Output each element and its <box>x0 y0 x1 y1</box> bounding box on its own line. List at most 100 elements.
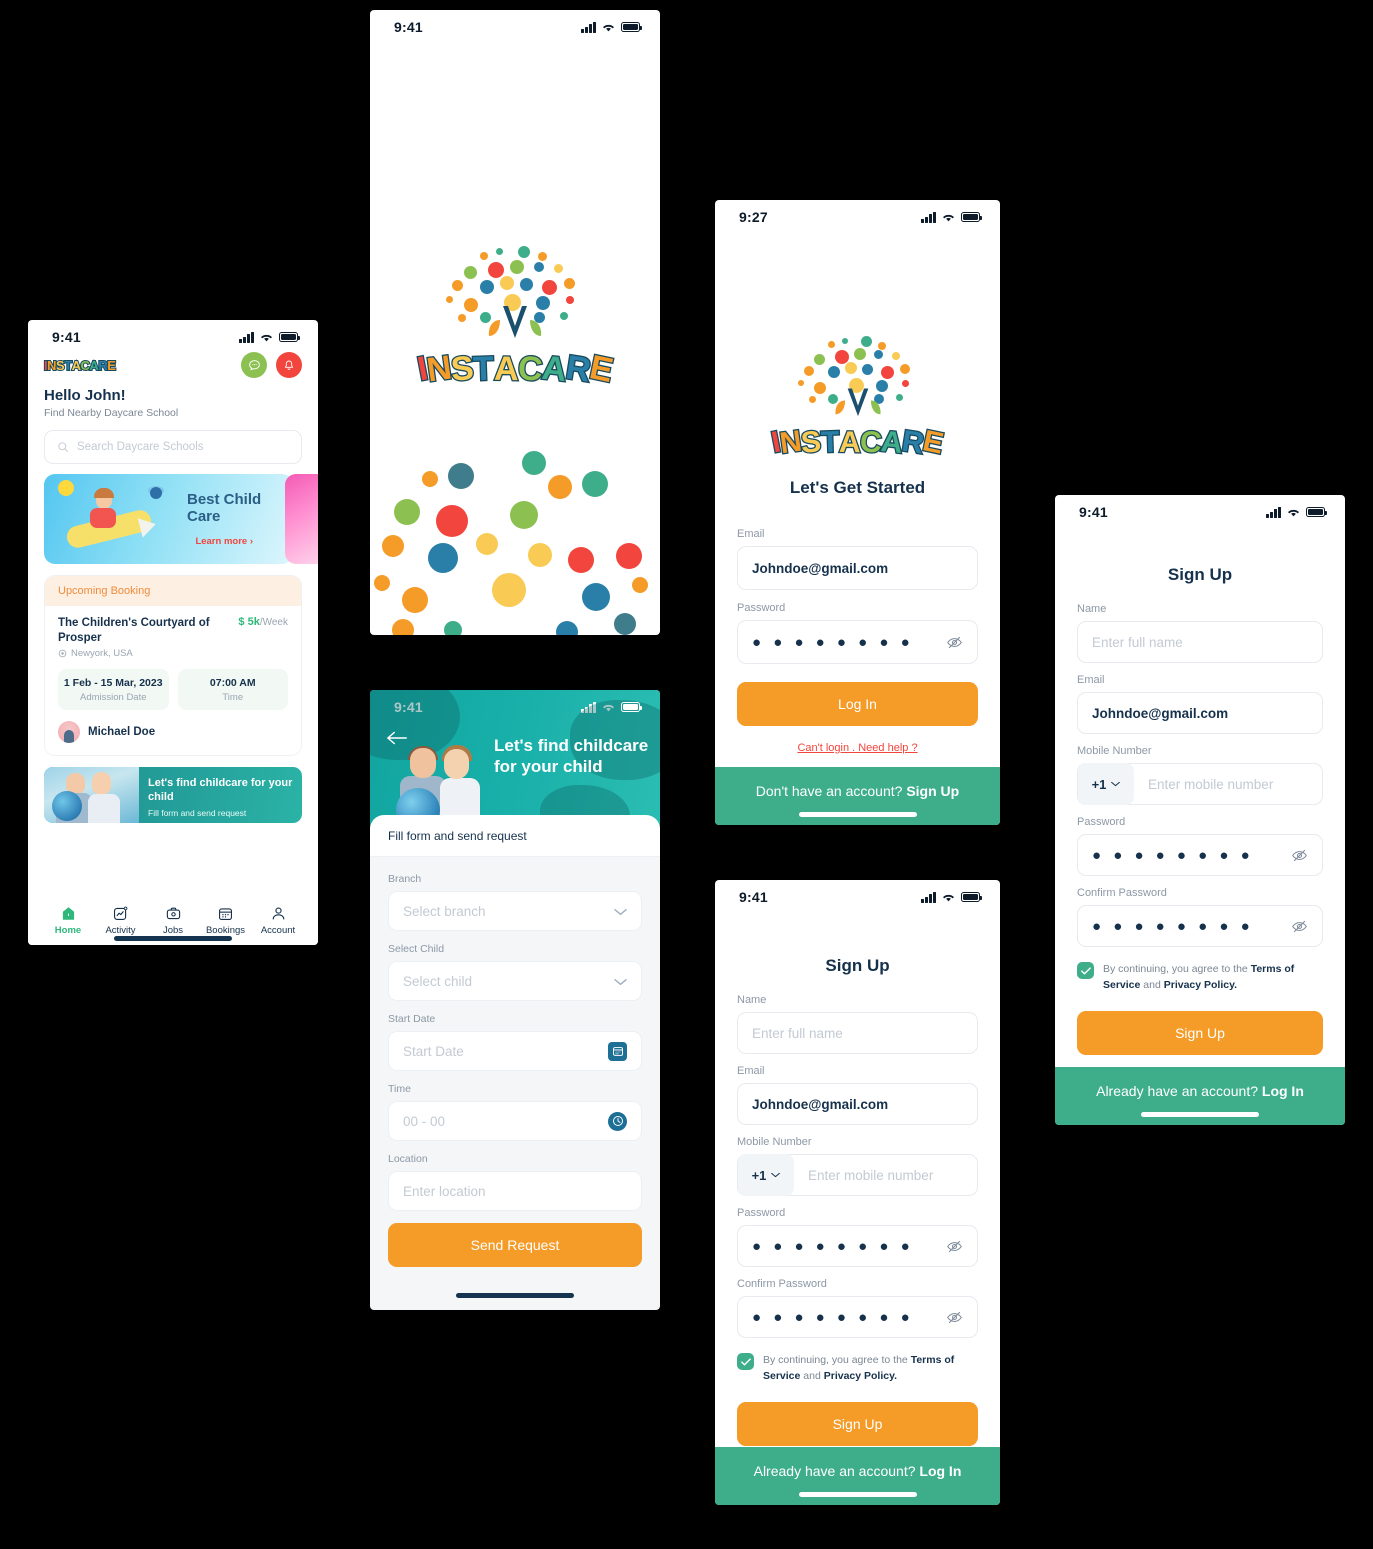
email-field[interactable]: Johndoe@gmail.com <box>737 1083 978 1125</box>
status-indicators <box>239 331 301 343</box>
eye-off-icon[interactable] <box>946 1310 963 1325</box>
wifi-icon <box>943 894 954 901</box>
chat-icon[interactable] <box>241 352 267 378</box>
search-icon <box>58 442 68 452</box>
status-time: 9:41 <box>739 889 768 905</box>
email-field[interactable]: Johndoe@gmail.com <box>1077 692 1323 734</box>
name-label: Name <box>1077 603 1107 615</box>
login-button[interactable]: Log In <box>737 682 978 726</box>
search-input[interactable]: Search Daycare Schools <box>44 430 302 464</box>
eye-off-icon[interactable] <box>946 635 963 650</box>
calendar-icon[interactable] <box>608 1041 627 1061</box>
find-childcare-promo[interactable]: Let's find childcare for your child Fill… <box>44 767 302 824</box>
send-request-button[interactable]: Send Request <box>388 1223 642 1267</box>
chevron-down-icon <box>771 1172 781 1178</box>
brand-wordmark: INSTACARE <box>43 357 117 374</box>
terms-checkbox[interactable] <box>1077 962 1094 979</box>
name-field[interactable]: Enter full name <box>1077 621 1323 663</box>
location-input[interactable]: Enter location <box>388 1171 642 1211</box>
battery-icon <box>961 212 983 222</box>
sidebar-item-home[interactable]: Home <box>44 905 92 936</box>
country-code-select[interactable]: +1 <box>1078 763 1134 805</box>
login-form: Email Johndoe@gmail.com Password ● ● ● ●… <box>715 528 1000 754</box>
status-time: 9:41 <box>1079 504 1108 520</box>
password-field[interactable]: ● ● ● ● ● ● ● ● <box>1077 834 1323 876</box>
signup-form: Name Enter full name Email Johndoe@gmail… <box>1055 603 1345 1055</box>
page-title: Sign Up <box>1167 565 1233 584</box>
login-link[interactable]: Log In <box>919 1463 961 1479</box>
signal-icon <box>921 891 936 903</box>
promo-title: Let's find childcare for your child <box>148 777 293 804</box>
greeting-subtitle: Find Nearby Daycare School <box>44 407 179 419</box>
password-label: Password <box>737 602 786 614</box>
banner-link[interactable]: Learn more › <box>195 536 253 547</box>
signup-button[interactable]: Sign Up <box>737 1401 978 1446</box>
eye-off-icon[interactable] <box>946 1239 963 1254</box>
terms-text: By continuing, you agree to the Terms of… <box>763 1354 955 1382</box>
password-field[interactable]: ● ● ● ● ● ● ● ● <box>737 1225 978 1267</box>
login-link[interactable]: Log In <box>1262 1083 1304 1099</box>
signup-form: Name Enter full name Email Johndoe@gmail… <box>715 994 1000 1446</box>
mobile-field[interactable]: +1 Enter mobile number <box>737 1154 978 1196</box>
upcoming-booking-card[interactable]: Upcoming Booking The Children's Courtyar… <box>44 575 302 757</box>
eye-off-icon[interactable] <box>1291 919 1308 934</box>
child-label: Select Child <box>388 943 445 955</box>
signup-button[interactable]: Sign Up <box>1077 1010 1323 1055</box>
footer-text: Don't have an account? <box>755 783 903 799</box>
banner-title: Best Child Care <box>187 491 262 525</box>
login-footer: Don't have an account? Sign Up <box>715 767 1000 825</box>
time-input[interactable]: 00 - 00 <box>388 1101 642 1141</box>
promo-banner-card[interactable]: Best Child Care Learn more › <box>44 474 293 564</box>
eye-off-icon[interactable] <box>1291 848 1308 863</box>
promo-subtitle: Fill form and send request <box>148 808 247 819</box>
signal-icon <box>1266 506 1281 518</box>
wifi-icon <box>603 24 614 31</box>
promo-banner-next[interactable] <box>285 474 318 564</box>
chip-time: 07:00 AM Time <box>177 669 288 711</box>
country-code-select[interactable]: +1 <box>738 1154 794 1196</box>
decorative-dots <box>370 425 660 635</box>
home-indicator <box>456 1293 574 1298</box>
sidebar-item-jobs[interactable]: Jobs <box>149 905 197 936</box>
signal-icon <box>239 331 254 343</box>
terms-agreement: By continuing, you agree to the Terms of… <box>1077 962 1323 994</box>
need-help-link[interactable]: Can't login . Need help ? <box>737 742 978 754</box>
mobile-label: Mobile Number <box>737 1136 812 1148</box>
email-field[interactable]: Johndoe@gmail.com <box>737 546 978 590</box>
brand-wordmark: INSTACARE <box>413 347 617 391</box>
privacy-policy-link[interactable]: Privacy Policy. <box>824 1370 897 1382</box>
home-indicator <box>798 812 917 817</box>
phone-home-screen: 9:41 INSTACARE Hello John! Find Nearby D… <box>28 320 318 945</box>
name-field[interactable]: Enter full name <box>737 1012 978 1054</box>
confirm-password-field[interactable]: ● ● ● ● ● ● ● ● <box>737 1296 978 1338</box>
bell-icon[interactable] <box>276 352 302 378</box>
kid-hair <box>94 488 114 498</box>
start-date-input[interactable]: Start Date <box>388 1031 642 1071</box>
status-time: 9:41 <box>52 329 81 345</box>
brand-wordmark: INSTACARE <box>768 423 948 462</box>
briefcase-icon <box>166 907 180 920</box>
status-indicators <box>1266 506 1328 518</box>
splash-logo: INSTACARE <box>370 246 660 391</box>
battery-icon <box>621 702 643 712</box>
password-field[interactable]: ● ● ● ● ● ● ● ● <box>737 620 978 664</box>
mobile-field[interactable]: +1 Enter mobile number <box>1077 763 1323 805</box>
sidebar-item-account[interactable]: Account <box>254 905 302 936</box>
clock-icon[interactable] <box>608 1111 627 1131</box>
sidebar-item-bookings[interactable]: Bookings <box>202 905 250 936</box>
signup-link[interactable]: Sign Up <box>906 783 959 799</box>
kid-body <box>90 508 116 528</box>
status-bar: 9:41 <box>1055 495 1345 523</box>
branch-select[interactable]: Select branch <box>388 891 642 931</box>
child-select[interactable]: Select child <box>388 961 642 1001</box>
mobile-label: Mobile Number <box>1077 745 1152 757</box>
phone-splash-screen: 9:41 I N S T A C A R E <box>370 10 660 635</box>
chip-admission-date: 1 Feb - 15 Mar, 2023 Admission Date <box>58 669 169 711</box>
pencil-tip <box>137 514 159 538</box>
sidebar-item-activity[interactable]: Activity <box>97 905 145 936</box>
terms-checkbox[interactable] <box>737 1353 754 1370</box>
confirm-password-field[interactable]: ● ● ● ● ● ● ● ● <box>1077 905 1323 947</box>
privacy-policy-link[interactable]: Privacy Policy. <box>1164 979 1237 991</box>
footer-text: Already have an account? <box>753 1463 916 1479</box>
page-title: Sign Up <box>825 956 890 975</box>
